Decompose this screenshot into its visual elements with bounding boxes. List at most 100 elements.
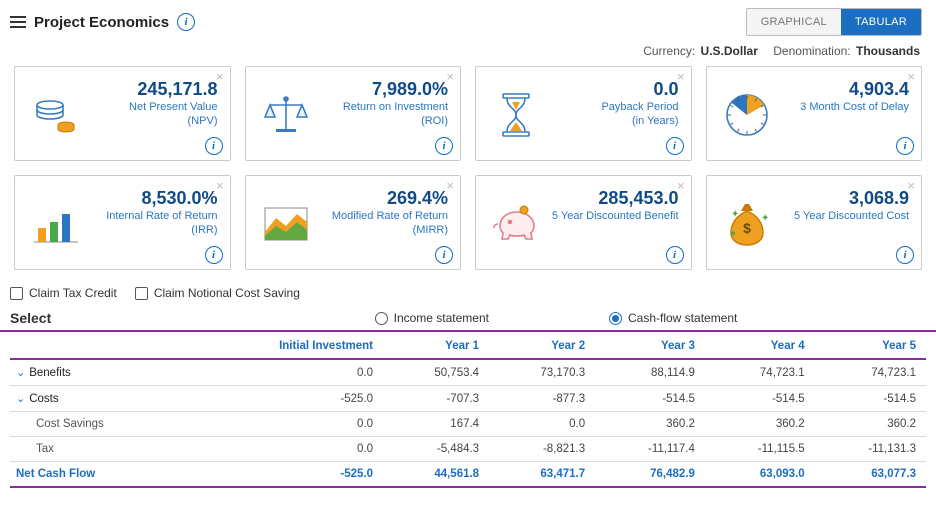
card-body: 245,171.8 Net Present Value(NPV): [85, 75, 220, 154]
row-label[interactable]: ⌄Benefits: [10, 359, 191, 386]
statement-select-row: Select Income statement Cash-flow statem…: [0, 306, 936, 332]
metric-card: × 269.4% Modified Rate of Return(MIRR) i: [245, 175, 462, 270]
radio-icon: [609, 312, 622, 325]
card-value: 0.0: [546, 79, 679, 100]
cell: 76,482.9: [595, 462, 705, 488]
close-icon[interactable]: ×: [216, 179, 224, 192]
card-body: 3,068.9 5 Year Discounted Cost: [777, 184, 912, 263]
close-icon[interactable]: ×: [907, 70, 915, 83]
currency-label: Currency:: [643, 44, 695, 58]
cell: 0.0: [191, 412, 383, 437]
card-body: 7,989.0% Return on Investment(ROI): [316, 75, 451, 154]
cell: -514.5: [705, 386, 815, 412]
card-body: 8,530.0% Internal Rate of Return(IRR): [85, 184, 220, 263]
cell: 50,753.4: [383, 359, 489, 386]
info-icon[interactable]: i: [666, 246, 684, 264]
cell: 74,723.1: [705, 359, 815, 386]
row-label[interactable]: ⌄Costs: [10, 386, 191, 412]
cell: 167.4: [383, 412, 489, 437]
card-label: Internal Rate of Return(IRR): [85, 210, 218, 238]
card-body: 0.0 Payback Period(in Years): [546, 75, 681, 154]
cashflow-statement-radio[interactable]: Cash-flow statement: [609, 311, 737, 325]
bar-chart-icon: [25, 184, 85, 263]
chevron-down-icon: ⌄: [16, 392, 25, 405]
income-statement-radio[interactable]: Income statement: [375, 311, 489, 325]
table-row: Cost Savings0.0167.40.0360.2360.2360.2: [10, 412, 926, 437]
metric-card: × $ ✦ ✦ ✦ 3,068.9 5 Year Discounted Cost i: [706, 175, 923, 270]
page-title: Project Economics: [34, 14, 169, 31]
info-icon[interactable]: i: [435, 137, 453, 155]
close-icon[interactable]: ×: [677, 70, 685, 83]
close-icon[interactable]: ×: [446, 179, 454, 192]
svg-text:✦: ✦: [731, 209, 739, 220]
svg-text:✦: ✦: [729, 229, 737, 240]
cell: -525.0: [191, 386, 383, 412]
table-row: ⌄Benefits0.050,753.473,170.388,114.974,7…: [10, 359, 926, 386]
card-label: 5 Year Discounted Cost: [777, 210, 910, 224]
cell: 44,561.8: [383, 462, 489, 488]
close-icon[interactable]: ×: [446, 70, 454, 83]
table-body: ⌄Benefits0.050,753.473,170.388,114.974,7…: [10, 359, 926, 487]
checkbox-icon: [10, 287, 23, 300]
column-header: Year 4: [705, 332, 815, 359]
claim-notional-label: Claim Notional Cost Saving: [154, 286, 300, 300]
close-icon[interactable]: ×: [216, 70, 224, 83]
card-value: 269.4%: [316, 188, 449, 209]
card-label: Return on Investment(ROI): [316, 101, 449, 129]
checkbox-icon: [135, 287, 148, 300]
card-value: 7,989.0%: [316, 79, 449, 100]
info-icon[interactable]: i: [666, 137, 684, 155]
scales-icon: [256, 75, 316, 154]
column-header: Initial Investment: [191, 332, 383, 359]
info-icon[interactable]: i: [896, 246, 914, 264]
cell: 0.0: [489, 412, 595, 437]
cell: -5,484.3: [383, 437, 489, 462]
metric-card: × 4,903.4 3 Month Cost of Delay i: [706, 66, 923, 161]
info-icon[interactable]: i: [177, 13, 195, 31]
cell: -525.0: [191, 462, 383, 488]
cell: -11,115.5: [705, 437, 815, 462]
column-header: [10, 332, 191, 359]
card-value: 285,453.0: [546, 188, 679, 209]
cell: 0.0: [191, 359, 383, 386]
info-icon[interactable]: i: [435, 246, 453, 264]
card-value: 8,530.0%: [85, 188, 218, 209]
options-row: Claim Tax Credit Claim Notional Cost Sav…: [0, 280, 936, 306]
table-row: Tax0.0-5,484.3-8,821.3-11,117.4-11,115.5…: [10, 437, 926, 462]
graphical-toggle[interactable]: GRAPHICAL: [747, 9, 841, 35]
cell: 0.0: [191, 437, 383, 462]
cell: -514.5: [815, 386, 926, 412]
row-label: Cost Savings: [10, 412, 191, 437]
column-header: Year 5: [815, 332, 926, 359]
cell: 63,471.7: [489, 462, 595, 488]
info-icon[interactable]: i: [896, 137, 914, 155]
menu-icon[interactable]: [10, 16, 26, 28]
card-label: Net Present Value(NPV): [85, 101, 218, 129]
column-header: Year 1: [383, 332, 489, 359]
metrics-grid: × 245,171.8 Net Present Value(NPV) i × 7…: [0, 66, 936, 280]
close-icon[interactable]: ×: [907, 179, 915, 192]
cell: 63,077.3: [815, 462, 926, 488]
cell: -11,131.3: [815, 437, 926, 462]
radio-icon: [375, 312, 388, 325]
row-label: Tax: [10, 437, 191, 462]
metric-card: × 0.0 Payback Period(in Years) i: [475, 66, 692, 161]
metric-card: × 8,530.0% Internal Rate of Return(IRR) …: [14, 175, 231, 270]
topbar: Project Economics i GRAPHICAL TABULAR: [0, 0, 936, 40]
info-icon[interactable]: i: [205, 246, 223, 264]
claim-notional-checkbox[interactable]: Claim Notional Cost Saving: [135, 286, 300, 300]
card-body: 285,453.0 5 Year Discounted Benefit: [546, 184, 681, 263]
claim-tax-credit-checkbox[interactable]: Claim Tax Credit: [10, 286, 117, 300]
column-header: Year 2: [489, 332, 595, 359]
cell: 63,093.0: [705, 462, 815, 488]
table-header-row: Initial InvestmentYear 1Year 2Year 3Year…: [10, 332, 926, 359]
piggy-icon: [486, 184, 546, 263]
card-label: Modified Rate of Return(MIRR): [316, 210, 449, 238]
tabular-toggle[interactable]: TABULAR: [841, 9, 921, 35]
card-value: 3,068.9: [777, 188, 910, 209]
cell: -8,821.3: [489, 437, 595, 462]
close-icon[interactable]: ×: [677, 179, 685, 192]
svg-text:$: $: [743, 220, 751, 236]
info-icon[interactable]: i: [205, 137, 223, 155]
svg-text:✦: ✦: [761, 213, 769, 224]
